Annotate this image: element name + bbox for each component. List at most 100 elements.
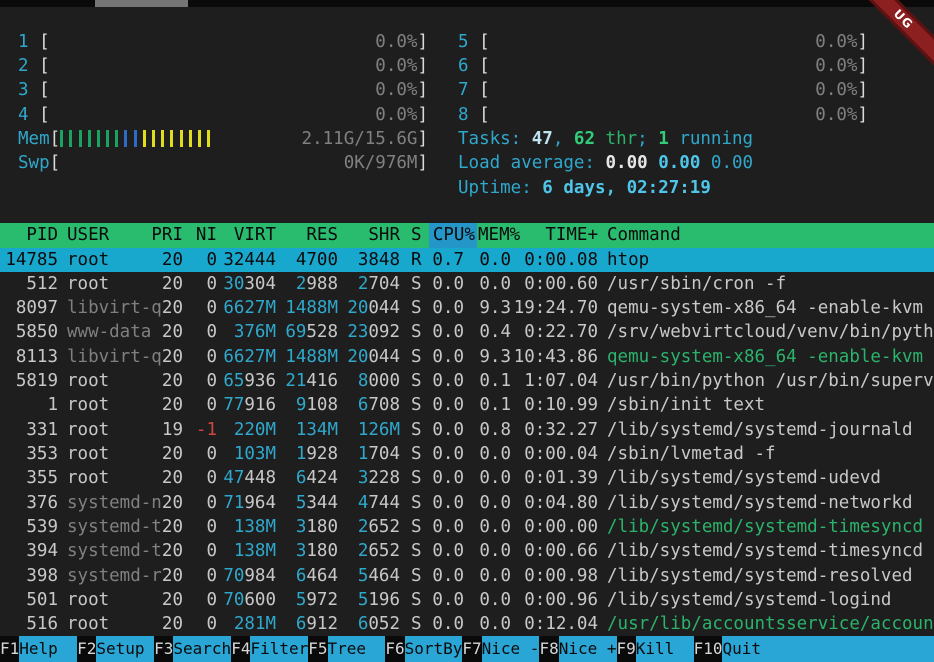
cell-cpu: 0.0 (414, 393, 464, 417)
cell-shr: 8000 (339, 369, 400, 393)
process-row[interactable]: 8097libvirt-q2006627M1488M20044S0.09.319… (0, 296, 934, 320)
cell-cpu: 0.0 (414, 418, 464, 442)
cell-res-part: 1488M (285, 298, 338, 318)
fkey-search[interactable]: F3Search (154, 636, 231, 662)
process-row[interactable]: 398systemd-r2007098464645464S0.00.00:00.… (0, 564, 934, 588)
process-row[interactable]: 8113libvirt-q2006627M1488M20044S0.09.310… (0, 345, 934, 369)
process-row[interactable]: 14785root2003244447003848R0.70.00:00.08h… (0, 248, 934, 272)
column-header-pid[interactable]: PID (0, 223, 58, 247)
function-key-bar: F1Help F2Setup F3SearchF4FilterF5Tree F6… (0, 636, 934, 662)
cell-res: 6424 (277, 466, 338, 490)
cell-res-part: 3 (296, 541, 307, 561)
column-header-shr[interactable]: SHR (339, 223, 400, 247)
meter-open-bracket: [ (479, 78, 490, 102)
cell-virt: 376M (218, 320, 276, 344)
cell-ni: 0 (183, 369, 217, 393)
process-row[interactable]: 5819root20065936214168000S0.00.11:07.04/… (0, 369, 934, 393)
cell-shr: 2652 (339, 515, 400, 539)
cell-ni: 0 (183, 272, 217, 296)
cell-shr: 23092 (339, 320, 400, 344)
column-header-cpu[interactable]: CPU% (429, 223, 475, 247)
meter-value: 0.0% (375, 78, 417, 102)
meter-bar (88, 130, 91, 147)
cell-shr-part: 1 (358, 444, 369, 464)
meter-close-bracket: ] (857, 30, 868, 54)
fkey-filter[interactable]: F4Filter (231, 636, 308, 662)
meter-close-bracket: ] (857, 54, 868, 78)
cell-virt-part: 103M (234, 444, 276, 464)
cell-time: 1:07.04 (508, 369, 598, 393)
fkey-nice-[interactable]: F8Nice + (539, 636, 616, 662)
cell-res-part: 6 (296, 614, 307, 634)
cell-pri: 20 (143, 248, 183, 272)
cell-shr-part: 228 (368, 468, 400, 488)
cell-mem: 0.0 (461, 442, 511, 466)
cell-pri: 20 (143, 612, 183, 636)
fkey-label: Nice - (482, 636, 540, 662)
process-row[interactable]: 353root200103M19281704S0.00.00:00.04/sbi… (0, 442, 934, 466)
cell-res: 9108 (277, 393, 338, 417)
meter-close-bracket: ] (417, 103, 428, 127)
cell-shr: 126M (339, 418, 400, 442)
meter-bars (490, 103, 816, 127)
column-header-ni[interactable]: NI (183, 223, 217, 247)
cpu-meter-5: 5 [0.0%] (458, 30, 868, 54)
process-row[interactable]: 539systemd-t200138M31802652S0.00.00:00.0… (0, 515, 934, 539)
cell-shr-part: 3 (358, 468, 369, 488)
cell-shr: 3228 (339, 466, 400, 490)
fkey-help[interactable]: F1Help (0, 636, 77, 662)
cell-res-part: 912 (306, 614, 338, 634)
cell-res: 1488M (277, 296, 338, 320)
cell-virt: 138M (218, 539, 276, 563)
process-row[interactable]: 331root19-1220M134M126MS0.00.80:32.27/li… (0, 418, 934, 442)
cell-time: 0:00.66 (508, 539, 598, 563)
column-header-s[interactable]: S (411, 223, 426, 247)
fkey-setup[interactable]: F2Setup (77, 636, 154, 662)
fkey-sortby[interactable]: F6SortBy (385, 636, 462, 662)
swap-meter: Swp[0K/976M] (18, 151, 428, 175)
meter-bar (79, 130, 82, 147)
cell-time: 0:00.60 (508, 272, 598, 296)
cell-shr-part: 6 (358, 395, 369, 415)
fkey-nice-[interactable]: F7Nice - (462, 636, 539, 662)
cell-shr-part: 848 (368, 250, 400, 270)
meter-bar (189, 130, 192, 147)
cell-virt: 103M (218, 442, 276, 466)
fkey-tree[interactable]: F5Tree (308, 636, 385, 662)
cell-res-part: 344 (306, 493, 338, 513)
process-row[interactable]: 501root2007060059725196S0.00.00:00.96/li… (0, 588, 934, 612)
uptime-segment: Uptime: (458, 178, 542, 198)
cell-cmd: qemu-system-x86_64 -enable-kvm -na (607, 296, 934, 320)
meter-bar (124, 130, 127, 147)
cell-mem: 0.0 (461, 564, 511, 588)
process-row[interactable]: 5850www-data200376M6952823092S0.00.40:22… (0, 320, 934, 344)
cell-res-part: 9 (296, 395, 307, 415)
tasks-summary-segment: Tasks: (458, 129, 532, 149)
process-row[interactable]: 394systemd-t200138M31802652S0.00.00:00.6… (0, 539, 934, 563)
cell-res-part: 5 (296, 493, 307, 513)
column-header-res[interactable]: RES (277, 223, 338, 247)
meter-bar (207, 130, 210, 147)
cell-pid: 353 (0, 442, 58, 466)
column-header-cmd[interactable]: Command (607, 223, 934, 247)
column-header-pri[interactable]: PRI (143, 223, 183, 247)
htop-terminal: UG 1 [0.0%]2 [0.0%]3 [0.0%]4 [0.0%]5 [0.… (0, 0, 934, 662)
process-row[interactable]: 516root200281M69126052S0.00.00:12.04/usr… (0, 612, 934, 636)
cell-time: 0:00.98 (508, 564, 598, 588)
cell-shr-part: 3 (358, 250, 369, 270)
tasks-summary-segment: , (553, 129, 574, 149)
cell-cmd: /usr/bin/python /usr/bin/superviso (607, 369, 934, 393)
process-row[interactable]: 512root2003030429882704S0.00.00:00.60/us… (0, 272, 934, 296)
process-row[interactable]: 1root2007791691086708S0.00.10:10.99/sbin… (0, 393, 934, 417)
meter-open-bracket: [ (479, 54, 490, 78)
fkey-kill[interactable]: F9Kill (617, 636, 694, 662)
cell-shr-part: 744 (368, 493, 400, 513)
cell-virt: 77916 (218, 393, 276, 417)
process-row[interactable]: 376systemd-n2007196453444744S0.00.00:04.… (0, 491, 934, 515)
cell-ni: 0 (183, 466, 217, 490)
fkey-quit[interactable]: F10Quit (694, 636, 934, 662)
column-header-time[interactable]: TIME+ (508, 223, 598, 247)
cell-cmd: /lib/systemd/systemd-udevd (607, 466, 934, 490)
column-header-virt[interactable]: VIRT (218, 223, 276, 247)
process-row[interactable]: 355root2004744864243228S0.00.00:01.39/li… (0, 466, 934, 490)
